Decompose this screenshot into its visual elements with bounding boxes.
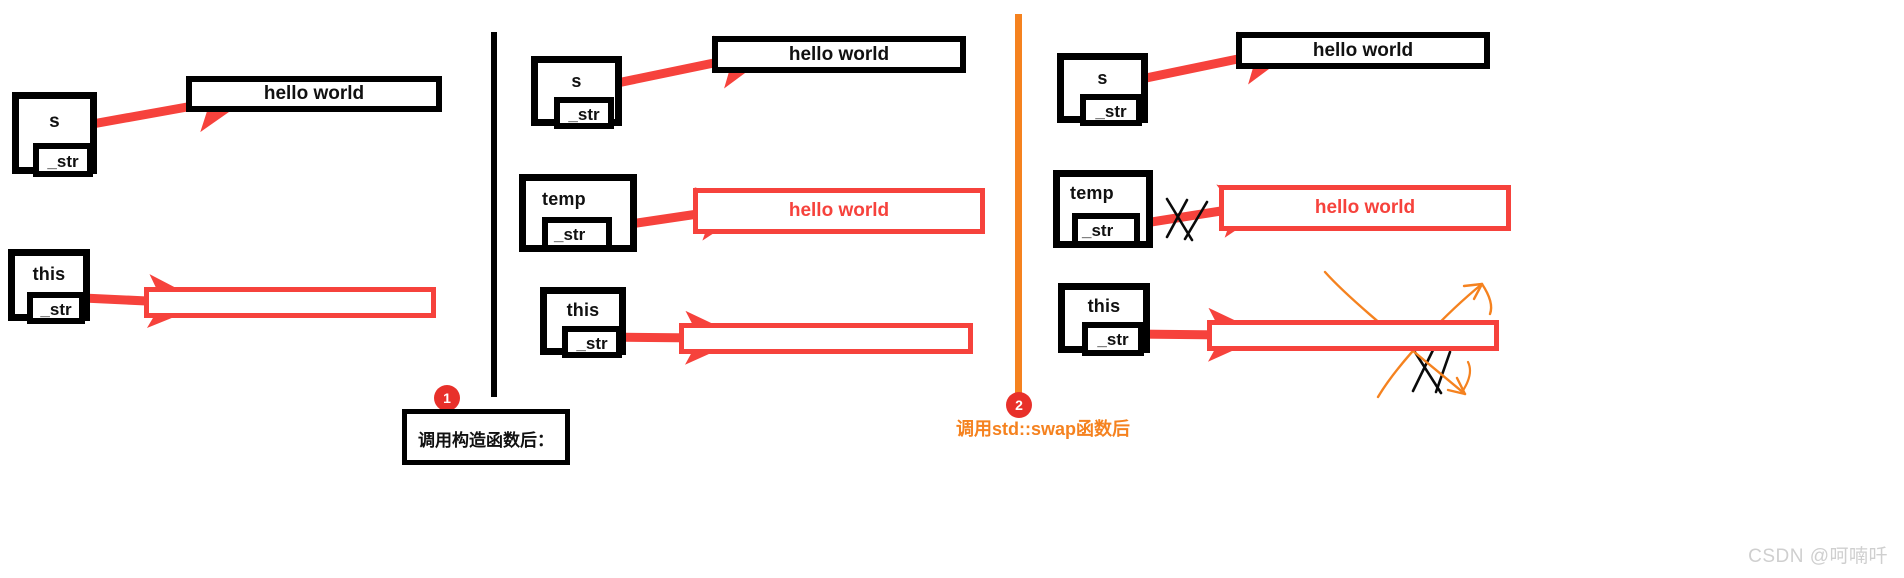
var-box-temp-step1: temp _str	[519, 174, 637, 252]
str-box-temp: _str	[1072, 213, 1140, 247]
str-box-this: _str	[27, 292, 85, 324]
heap-box-this-step2	[1207, 320, 1499, 351]
var-box-this-step2: this _str	[1058, 283, 1150, 356]
str-label-s: _str	[568, 105, 600, 124]
str-box-this: _str	[1082, 322, 1144, 356]
caption-after-swap: 调用std::swap函数后	[956, 419, 1131, 439]
str-label-s: _str	[1095, 102, 1127, 121]
var-box-this-step1: this _str	[540, 287, 626, 358]
str-box-s: _str	[1080, 94, 1142, 126]
heap-box-s-step2: hello world	[1236, 32, 1490, 69]
heap-box-s-step1: hello world	[712, 36, 966, 73]
str-label-this: _str	[1097, 330, 1129, 349]
var-box-this-initial: this _str	[8, 249, 90, 324]
heap-box-temp-step1: hello world	[693, 188, 985, 234]
str-box-s: _str	[554, 97, 614, 129]
str-label-temp: _str	[554, 225, 586, 244]
var-label-s: s	[1097, 68, 1108, 88]
heap-box-s-initial: hello world	[186, 76, 442, 112]
heap-box-this-initial	[144, 287, 436, 318]
var-box-s-initial: s _str	[12, 92, 97, 177]
heap-box-this-step1	[679, 323, 973, 354]
str-box-s: _str	[33, 143, 93, 177]
str-label-this: _str	[40, 300, 72, 319]
var-label-s: s	[49, 111, 60, 132]
str-box-temp: _str	[542, 217, 612, 251]
str-label-temp: _str	[1082, 221, 1114, 240]
var-label-this: this	[32, 264, 66, 284]
var-box-s-step1: s _str	[531, 56, 622, 129]
var-label-s: s	[571, 71, 582, 91]
cross-out-this-arrow-x-icon	[1411, 346, 1452, 395]
panel-divider-black	[491, 32, 497, 397]
step-badge-1: 1	[434, 385, 460, 411]
str-label-s: _str	[47, 152, 79, 171]
str-label-this: _str	[576, 334, 608, 353]
caption-after-constructor: 调用构造函数后：	[402, 409, 570, 465]
panel-divider-orange	[1015, 14, 1022, 406]
var-box-s-step2: s _str	[1057, 53, 1148, 126]
cross-out-temp-arrow-x-icon	[1165, 197, 1209, 242]
swap-arrow-curl-detail	[1460, 360, 1472, 394]
var-label-temp: temp	[542, 189, 586, 209]
heap-box-temp-step2: hello world	[1219, 185, 1511, 231]
var-label-this: this	[1087, 296, 1121, 316]
diagram-canvas: s _str hello world this _str s _str hell…	[0, 0, 1904, 578]
watermark-csdn: CSDN @呵喃吀	[1748, 546, 1888, 567]
str-box-this: _str	[562, 326, 622, 358]
var-label-this: this	[566, 300, 600, 320]
var-label-temp: temp	[1070, 183, 1114, 203]
var-box-temp-step2: temp _str	[1053, 170, 1153, 248]
